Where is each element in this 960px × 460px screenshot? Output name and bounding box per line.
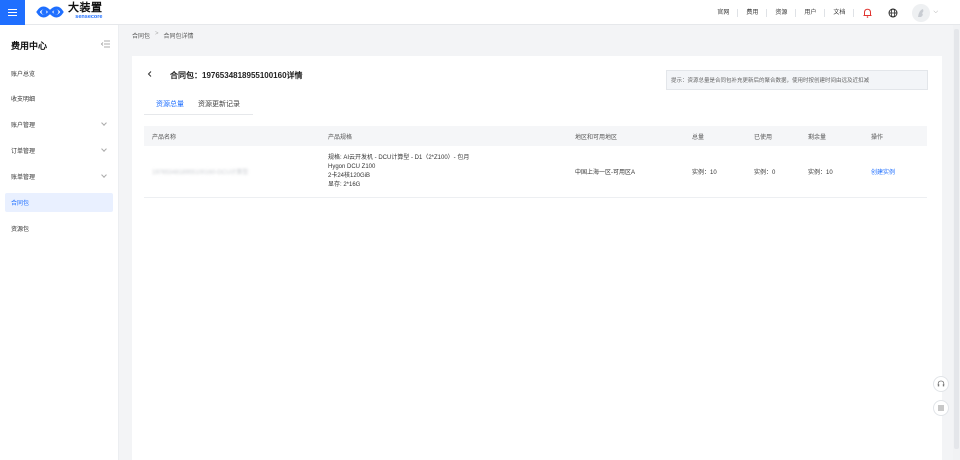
col-header-used: 已使用 (754, 134, 773, 141)
scrollbar-thumb[interactable] (954, 29, 959, 449)
chevron-down-icon (101, 146, 107, 152)
breadcrumb-root-link[interactable]: 合同包 (132, 31, 150, 40)
sidebar-item-label: 收支明细 (11, 97, 36, 103)
col-header-product-name: 产品名称 (152, 134, 177, 141)
table-row: 1976534818955100160-DCU计算型 规格: AI云开发机 - … (144, 146, 927, 198)
breadcrumb-current: 合同包详情 (163, 34, 194, 40)
nav-link-resources[interactable]: 资源 (767, 8, 797, 17)
sidebar-item-label: 账户总览 (11, 72, 36, 78)
tab-resource-update-log[interactable]: 资源更新记录 (198, 99, 240, 115)
breadcrumb: 合同包 > 合同包详情 (132, 31, 194, 40)
product-name: 1976534818955100160-DCU计算型 (152, 170, 249, 176)
notification-bell-icon[interactable] (854, 8, 880, 18)
table-header: 产品名称 产品规格 地区和可用地区 总量 已使用 剩余量 操作 (144, 126, 927, 146)
breadcrumb-separator: > (155, 31, 159, 37)
globe-icon[interactable] (880, 8, 906, 18)
sidebar-title: 费用中心 (11, 41, 48, 51)
sidebar-item-label: 订单管理 (11, 149, 36, 155)
used-quantity: 实例：0 (754, 170, 776, 176)
tip-banner: 提示：资源总量是合同包补充更新后的聚合数据，使用时按创建时间由远及近扣减 (666, 70, 928, 90)
create-instance-link[interactable]: 创建实例 (871, 146, 895, 197)
headset-support-icon[interactable] (933, 376, 949, 392)
product-spec: 规格: AI云开发机 - DCU计算型 - D1（2*Z100）- 包月 Hyg… (328, 146, 469, 197)
sidebar-item-account-overview[interactable]: 账户总览 (5, 64, 113, 83)
scrollbar[interactable] (953, 25, 960, 460)
avatar[interactable] (912, 3, 931, 22)
col-header-action: 操作 (871, 134, 884, 141)
chevron-down-icon (101, 172, 107, 178)
spec-line: 显存: 2*16G (328, 181, 361, 188)
nav-link-website[interactable]: 官网 (709, 8, 739, 17)
sidebar-item-label: 合同包 (11, 201, 30, 207)
sidebar-item-label: 账单管理 (11, 175, 36, 181)
top-nav: 官网 费用 资源 用户 文档 ⌵ (709, 0, 960, 25)
sidebar-item-transactions[interactable]: 收支明细 (5, 89, 113, 108)
col-header-product-spec: 产品规格 (328, 134, 353, 141)
sidebar-item-label: 账户管理 (11, 123, 36, 129)
sidebar-item-bill-management[interactable]: 账单管理 (5, 167, 113, 186)
remaining-quantity: 实例：10 (808, 170, 833, 176)
spec-line: 规格: AI云开发机 - DCU计算型 - D1（2*Z100）- 包月 (328, 154, 470, 161)
main-panel: 合同包：1976534818955100160详情 提示：资源总量是合同包补充更… (132, 56, 942, 460)
brand-subtitle: sensecore (75, 14, 103, 21)
tab-divider (144, 114, 253, 115)
spec-line: 2卡24核120GiB (328, 172, 371, 179)
tab-bar: 资源总量 资源更新记录 (156, 99, 240, 115)
total-quantity: 实例：10 (692, 170, 717, 176)
region: 中国上海一区-可用区A (575, 170, 636, 176)
logo[interactable]: 大装置 sensecore (36, 3, 103, 21)
spec-line: Hygon DCU Z100 (328, 163, 376, 170)
sensecore-logo-icon (36, 6, 64, 18)
nav-link-billing[interactable]: 费用 (738, 8, 768, 17)
col-header-total: 总量 (692, 134, 705, 141)
sidebar-item-resource-package[interactable]: 资源包 (5, 219, 113, 238)
nav-link-docs[interactable]: 文档 (825, 8, 855, 17)
top-bar: 大装置 sensecore 官网 费用 资源 用户 文档 ⌵ (0, 0, 960, 25)
sidebar-item-order-management[interactable]: 订单管理 (5, 141, 113, 160)
sidebar-item-account-management[interactable]: 账户管理 (5, 115, 113, 134)
brand-title: 大装置 (68, 2, 103, 15)
sidebar-item-label: 资源包 (11, 227, 30, 233)
back-icon[interactable] (146, 70, 154, 78)
chevron-down-icon (101, 120, 107, 126)
menu-icon[interactable] (0, 0, 25, 25)
sidebar-item-contract-package[interactable]: 合同包 (5, 193, 113, 212)
chevron-down-icon[interactable]: ⌵ (933, 9, 938, 16)
menu-list-icon[interactable] (933, 400, 949, 416)
resource-table: 产品名称 产品规格 地区和可用地区 总量 已使用 剩余量 操作 19765348… (144, 126, 927, 198)
tab-resource-total[interactable]: 资源总量 (156, 99, 184, 115)
col-header-remaining: 剩余量 (808, 134, 827, 141)
nav-link-users[interactable]: 用户 (796, 8, 826, 17)
sidebar: 费用中心 账户总览 收支明细 账户管理 订单管理 账单管理 合同包 资源包 (0, 25, 119, 460)
collapse-sidebar-icon[interactable] (101, 40, 110, 48)
col-header-region: 地区和可用地区 (575, 134, 618, 141)
page-title: 合同包：1976534818955100160详情 (170, 71, 303, 80)
